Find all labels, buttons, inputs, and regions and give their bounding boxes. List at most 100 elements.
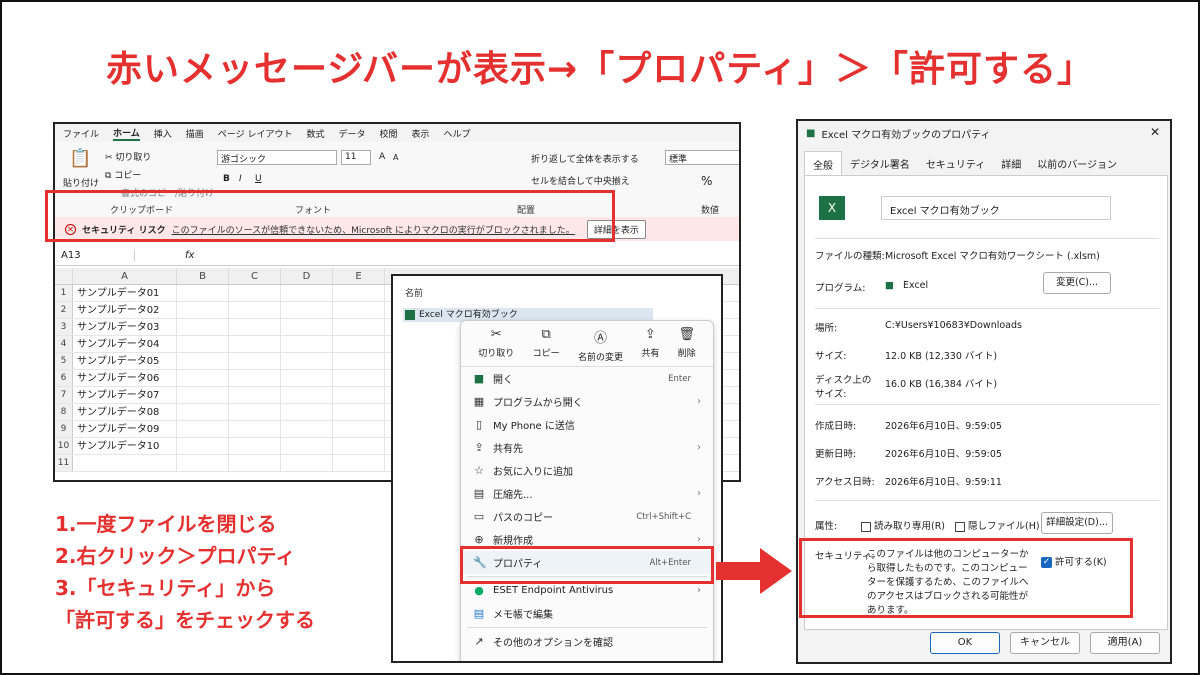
number-format-select[interactable]: 標準: [665, 150, 739, 165]
row-number[interactable]: 5: [55, 353, 73, 369]
italic-button[interactable]: I: [239, 174, 242, 184]
location-value: C:¥Users¥10683¥Downloads: [885, 320, 1022, 331]
cell[interactable]: サンプルデータ05: [73, 353, 177, 369]
column-header[interactable]: B: [177, 268, 229, 284]
tab-details[interactable]: 詳細: [993, 151, 1029, 177]
readonly-checkbox[interactable]: 読み取り専用(R): [861, 518, 945, 532]
filename-field[interactable]: Excel マクロ有効ブック: [881, 196, 1111, 220]
merge-center-button[interactable]: セルを結合して中央揃え: [531, 174, 630, 187]
column-header[interactable]: C: [229, 268, 281, 284]
font-name-select[interactable]: 游ゴシック: [217, 150, 337, 165]
menu-help[interactable]: ヘルプ: [444, 127, 471, 140]
menu-review[interactable]: 校閲: [380, 127, 398, 140]
menu-item-more-options[interactable]: ↗ その他のオプションを確認: [461, 630, 713, 653]
cut-button[interactable]: ✂ 切り取り: [105, 150, 151, 163]
copy-button[interactable]: ⧉ コピー: [105, 168, 141, 181]
row-number[interactable]: 1: [55, 285, 73, 301]
wrap-text-button[interactable]: 折り返して全体を表示する: [531, 152, 639, 165]
cell[interactable]: サンプルデータ04: [73, 336, 177, 352]
excel-file-icon: [405, 310, 415, 320]
font-size-select[interactable]: 11: [341, 150, 371, 165]
rename-action[interactable]: Ⓐ 名前の変更: [578, 327, 623, 363]
cell[interactable]: サンプルデータ09: [73, 421, 177, 437]
highlight-properties-item: [460, 546, 714, 584]
underline-button[interactable]: U: [255, 174, 262, 184]
cut-action[interactable]: ✂ 切り取り: [478, 327, 514, 362]
menu-item-my-phone[interactable]: ▯ My Phone に送信: [461, 413, 713, 436]
highlight-security-allow: [799, 538, 1133, 618]
menu-item-notepad[interactable]: ▤ メモ帳で編集: [461, 602, 713, 625]
row-number[interactable]: 7: [55, 387, 73, 403]
paste-button[interactable]: 貼り付け: [63, 176, 99, 189]
shrink-font-button[interactable]: A: [393, 153, 398, 162]
menu-item-open[interactable]: ■ 開く Enter: [461, 367, 713, 390]
corner-cell[interactable]: [55, 268, 73, 284]
share-icon: ⇪: [644, 327, 656, 342]
row-number[interactable]: 10: [55, 438, 73, 454]
cell[interactable]: サンプルデータ07: [73, 387, 177, 403]
apply-button[interactable]: 適用(A): [1090, 632, 1160, 654]
paste-icon[interactable]: 📋: [69, 148, 91, 169]
tab-previous-versions[interactable]: 以前のバージョン: [1029, 151, 1125, 177]
disk-size-value: 16.0 KB (16,384 バイト): [885, 379, 998, 390]
cell[interactable]: [73, 455, 177, 471]
cell[interactable]: サンプルデータ02: [73, 302, 177, 318]
cancel-button[interactable]: キャンセル: [1010, 632, 1080, 654]
name-column-header[interactable]: 名前: [405, 286, 423, 299]
menu-item-copy-path[interactable]: ▭ パスのコピー Ctrl+Shift+C: [461, 505, 713, 528]
dialog-titlebar: ■ Excel マクロ有効ブックのプロパティ ✕: [798, 121, 1170, 145]
advanced-button[interactable]: 詳細設定(D)...: [1041, 512, 1113, 534]
ok-button[interactable]: OK: [930, 632, 1000, 654]
column-header[interactable]: D: [281, 268, 333, 284]
menu-data[interactable]: データ: [338, 127, 365, 140]
row-number[interactable]: 9: [55, 421, 73, 437]
bold-button[interactable]: B: [223, 174, 230, 184]
grow-font-button[interactable]: A: [379, 152, 385, 162]
tab-general[interactable]: 全般: [804, 151, 842, 177]
row-number[interactable]: 4: [55, 336, 73, 352]
close-icon[interactable]: ✕: [1150, 125, 1160, 139]
row-number[interactable]: 6: [55, 370, 73, 386]
menu-item-favorite[interactable]: ☆ お気に入りに追加: [461, 459, 713, 482]
menu-layout[interactable]: ページ レイアウト: [218, 127, 293, 140]
accessed-label: アクセス日時:: [815, 477, 875, 488]
column-header[interactable]: A: [73, 268, 177, 284]
row-number[interactable]: 8: [55, 404, 73, 420]
change-program-button[interactable]: 変更(C)...: [1043, 272, 1111, 294]
copy-icon: ⧉: [105, 171, 115, 181]
menu-formulas[interactable]: 数式: [306, 127, 324, 140]
menu-item-open-with[interactable]: ▦ プログラムから開く ›: [461, 390, 713, 413]
percent-button[interactable]: %: [701, 174, 712, 188]
copy-action[interactable]: ⧉ コピー: [533, 327, 560, 362]
notepad-icon: ▤: [473, 607, 485, 620]
menu-item-compress[interactable]: ▤ 圧縮先... ›: [461, 482, 713, 505]
fx-icon: fx: [185, 250, 195, 261]
tab-digital-signature[interactable]: デジタル署名: [842, 151, 918, 177]
excel-file-icon: X: [819, 196, 845, 220]
cell[interactable]: サンプルデータ01: [73, 285, 177, 301]
menu-file[interactable]: ファイル: [63, 127, 99, 140]
more-options-icon: ↗: [474, 635, 484, 648]
row-number[interactable]: 2: [55, 302, 73, 318]
menu-item-share-to[interactable]: ⇪ 共有先 ›: [461, 436, 713, 459]
context-menu: ✂ 切り取り ⧉ コピー Ⓐ 名前の変更 ⇪ 共有 🗑 削除 ■ 開く Enter ▦ プログラ…: [460, 320, 714, 661]
column-header[interactable]: E: [333, 268, 385, 284]
star-icon: ☆: [474, 464, 484, 477]
row-number[interactable]: 11: [55, 455, 73, 471]
menu-view[interactable]: 表示: [412, 127, 430, 140]
row-number[interactable]: 3: [55, 319, 73, 335]
tab-security[interactable]: セキュリティ: [918, 151, 993, 177]
menu-insert[interactable]: 挿入: [154, 127, 172, 140]
name-box[interactable]: A13: [55, 250, 135, 261]
hidden-checkbox[interactable]: 隠しファイル(H): [955, 518, 1040, 532]
cell[interactable]: サンプルデータ03: [73, 319, 177, 335]
delete-action[interactable]: 🗑 削除: [678, 327, 696, 362]
step-3: 3.「セキュリティ」から: [55, 576, 276, 600]
menu-draw[interactable]: 描画: [186, 127, 204, 140]
cell[interactable]: サンプルデータ08: [73, 404, 177, 420]
cell[interactable]: サンプルデータ10: [73, 438, 177, 454]
menu-home[interactable]: ホーム: [113, 126, 140, 141]
cell[interactable]: サンプルデータ06: [73, 370, 177, 386]
share-action[interactable]: ⇪ 共有: [641, 327, 659, 362]
excel-icon: ■: [473, 372, 485, 385]
